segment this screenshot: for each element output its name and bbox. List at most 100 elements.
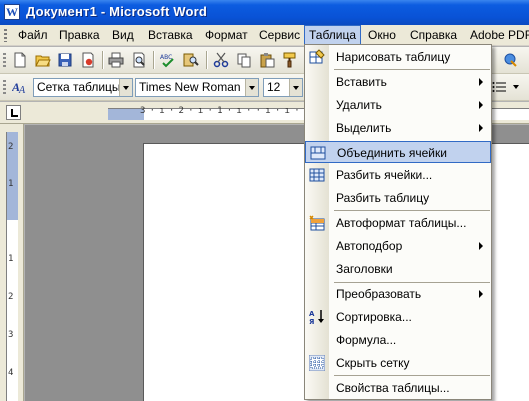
submenu-arrow-icon [479,290,483,298]
window-title: Документ1 - Microsoft Word [26,4,208,19]
menu-item-select[interactable]: Выделить [305,117,491,139]
new-document-icon[interactable] [12,52,28,68]
svg-text:A: A [18,85,26,95]
menu-item-delete[interactable]: Удалить [305,94,491,116]
font-size-combobox-value: 12 [267,80,281,94]
menu-item-split-cells[interactable]: Разбить ячейки... [305,164,491,186]
insert-hyperlink-icon[interactable] [503,52,519,68]
svg-text:A: A [309,310,315,318]
submenu-arrow-icon [479,242,483,250]
menu-item-label: Автоформат таблицы... [336,216,467,230]
draw-table-icon [309,49,325,64]
menu-item-label: Заголовки [336,262,393,276]
spelling-icon[interactable]: ABC [160,52,176,68]
menu-item-label: Сортировка... [336,310,412,324]
font-size-combobox[interactable]: 12 [263,78,303,97]
menu-item-label: Скрыть сетку [336,356,410,370]
menu-insert[interactable]: Вставка [143,25,198,46]
menu-item-hide-gridlines[interactable]: Скрыть сетку [305,352,491,374]
format-painter-icon[interactable] [282,52,298,68]
copy-icon[interactable] [236,52,252,68]
menu-item-table-properties[interactable]: Свойства таблицы... [305,377,491,399]
submenu-arrow-icon [479,78,483,86]
menu-item-merge-cells[interactable]: Объединить ячейки [305,141,491,163]
permission-icon[interactable] [80,52,96,68]
menubar-grip-icon[interactable] [4,29,7,42]
print-icon[interactable] [108,52,124,68]
toolbar-separator [102,51,103,69]
styles-and-formatting-icon[interactable]: AA [12,79,28,95]
menu-adobe-pdf[interactable]: Adobe PDF [465,25,529,46]
ruler-scale: 3 · ı · 2 · ı · 1 · ı · · ı · ı · ı · 1 [140,106,329,116]
menu-item-label: Автоподбор [336,239,403,253]
vertical-ruler-number: 1 [8,254,14,264]
menu-item-label: Формула... [336,333,397,347]
paste-icon[interactable] [259,52,275,68]
toolbar-grip-icon[interactable] [3,53,6,68]
split-cells-icon [309,168,325,182]
menu-item-label: Удалить [336,98,382,112]
menu-separator [334,375,490,376]
menu-item-autofit[interactable]: Автоподбор [305,235,491,257]
menu-item-label: Объединить ячейки [337,146,447,160]
menu-tools[interactable]: Сервис [254,25,305,46]
menu-item-autoformat[interactable]: Автоформат таблицы... [305,212,491,234]
menu-file[interactable]: Файл [13,25,53,46]
vertical-ruler-number: 2 [8,292,14,302]
research-icon[interactable] [183,52,199,68]
menu-item-label: Свойства таблицы... [336,381,450,395]
menu-window[interactable]: Окно [363,25,401,46]
style-combobox-value: Сетка таблицы [37,80,121,94]
merge-cells-icon [310,146,326,160]
menu-separator [334,210,490,211]
svg-text:Я: Я [309,318,314,325]
vertical-ruler-number: 4 [8,368,14,378]
chevron-down-icon[interactable] [245,79,258,96]
menu-table[interactable]: Таблица [304,25,362,46]
menu-view[interactable]: Вид [107,25,139,46]
chevron-down-icon[interactable] [511,79,521,95]
menu-item-sort[interactable]: AЯ Сортировка... [305,306,491,328]
menu-edit[interactable]: Правка [54,25,105,46]
vertical-ruler[interactable]: 2 1 1 2 3 4 [0,124,24,401]
menu-item-split-table[interactable]: Разбить таблицу [305,187,491,209]
menu-item-headings[interactable]: Заголовки [305,258,491,280]
menu-item-label: Преобразовать [336,287,422,301]
print-preview-icon[interactable] [131,52,147,68]
sort-icon: AЯ [309,310,324,325]
chevron-down-icon[interactable] [289,79,302,96]
hide-grid-icon [309,355,325,371]
submenu-arrow-icon [479,101,483,109]
menu-item-convert[interactable]: Преобразовать [305,283,491,305]
menu-item-draw-table[interactable]: Нарисовать таблицу [305,46,491,68]
save-icon[interactable] [57,52,73,68]
table-menu-dropdown: Нарисовать таблицу Вставить Удалить Выде… [304,44,492,400]
menu-item-label: Выделить [336,121,392,135]
tab-selector-icon[interactable] [6,105,21,120]
svg-text:ABC: ABC [160,54,172,61]
autoformat-icon [309,215,325,231]
toolbar-separator [206,51,207,69]
menu-help[interactable]: Справка [405,25,462,46]
bullets-icon[interactable] [492,79,508,95]
submenu-arrow-icon [479,124,483,132]
chevron-down-icon[interactable] [119,79,132,96]
menu-item-label: Разбить ячейки... [336,168,433,182]
vertical-ruler-number: 2 [8,142,14,152]
style-combobox[interactable]: Сетка таблицы [33,78,133,97]
vertical-ruler-number: 1 [8,179,14,189]
menu-item-insert[interactable]: Вставить [305,71,491,93]
font-combobox-value: Times New Roman [139,80,241,94]
menu-item-formula[interactable]: Формула... [305,329,491,351]
cut-icon[interactable] [213,52,229,68]
vertical-ruler-number: 3 [8,330,14,340]
menu-item-label: Вставить [336,75,387,89]
title-bar[interactable]: W Документ1 - Microsoft Word [0,0,529,25]
open-folder-icon[interactable] [35,52,51,68]
vertical-ruler-strip [6,132,18,401]
menu-format[interactable]: Формат [200,25,253,46]
word-app-icon[interactable]: W [4,4,20,20]
ruler-left-margin [108,109,144,120]
toolbar-grip-icon[interactable] [3,80,6,95]
font-combobox[interactable]: Times New Roman [135,78,259,97]
